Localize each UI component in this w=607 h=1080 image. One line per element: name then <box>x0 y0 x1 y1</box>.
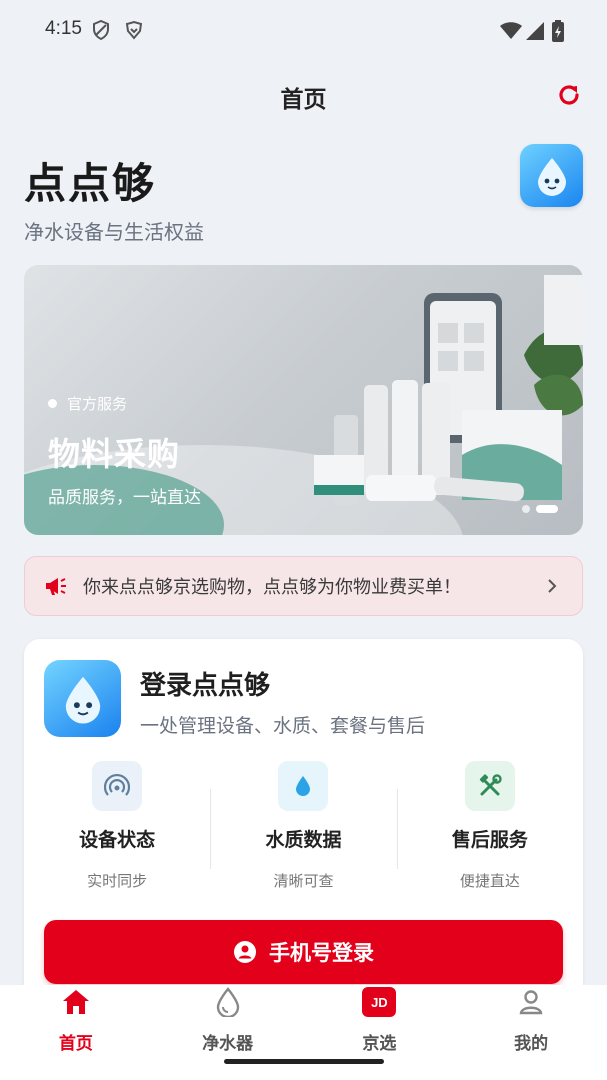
banner-title: 物料采购 <box>48 435 181 473</box>
nav-item-jd[interactable]: JD 京选 <box>304 985 456 1080</box>
brave-icon <box>124 20 144 44</box>
nav-label: 我的 <box>514 1034 549 1054</box>
nav-item-me[interactable]: 我的 <box>455 985 607 1080</box>
bottom-nav: 首页 净水器 JD 京选 我的 <box>0 985 607 1080</box>
feature-title: 设备状态 <box>79 829 156 851</box>
bullet-icon <box>48 399 57 408</box>
feature-title: 售后服务 <box>451 829 528 851</box>
banner-eyebrow: 官方服务 <box>48 393 127 414</box>
login-card-subtitle: 一处管理设备、水质、套餐与售后 <box>140 715 426 737</box>
megaphone-icon <box>43 573 69 599</box>
water-drop-mascot-icon <box>537 157 566 196</box>
brand-name: 点点够 <box>24 159 157 208</box>
nav-item-home[interactable]: 首页 <box>0 985 152 1080</box>
banner-eyebrow-text: 官方服务 <box>67 395 128 413</box>
chevron-right-icon[interactable] <box>532 566 572 606</box>
banner-pagination <box>522 505 558 513</box>
feature-list: 设备状态 实时同步 水质数据 清晰可查 售后服务 便捷直达 <box>24 761 583 901</box>
home-indicator[interactable] <box>224 1059 384 1064</box>
banner-subtitle: 品质服务，一站直达 <box>48 488 201 508</box>
login-card-title: 登录点点够 <box>140 671 271 701</box>
app-logo <box>520 144 583 207</box>
feature-water-quality: 水质数据 清晰可查 <box>210 761 396 901</box>
page-title: 首页 <box>280 87 327 113</box>
feature-title: 水质数据 <box>265 829 342 851</box>
nav-item-purifier[interactable]: 净水器 <box>152 985 304 1080</box>
pagination-dot[interactable] <box>522 505 530 513</box>
nav-label: 首页 <box>58 1034 93 1054</box>
user-icon <box>514 985 548 1019</box>
feature-subtitle: 便捷直达 <box>459 872 520 890</box>
product-illustration <box>314 275 583 505</box>
app-logo <box>44 660 121 737</box>
phone-login-label: 手机号登录 <box>269 941 374 965</box>
status-bar: 4:15 <box>0 0 607 60</box>
feature-subtitle: 实时同步 <box>87 872 148 890</box>
login-card: 登录点点够 一处管理设备、水质、套餐与售后 设备状态 实时同步 水质数据 清晰可… <box>24 639 583 1019</box>
tools-icon <box>464 761 515 811</box>
shield-icon <box>92 19 110 44</box>
notice-bar[interactable]: 你来点点够京选购物，点点够为你物业费买单！ <box>24 556 583 616</box>
brand-tagline: 净水设备与生活权益 <box>24 220 204 244</box>
pagination-dot-active[interactable] <box>536 505 558 513</box>
water-drop-icon <box>211 985 245 1019</box>
promo-banner[interactable]: 官方服务 物料采购 品质服务，一站直达 <box>24 265 583 535</box>
jd-icon: JD <box>362 985 397 1019</box>
feature-subtitle: 清晰可查 <box>273 872 334 890</box>
signal-icon <box>92 761 143 811</box>
feature-after-sales: 售后服务 便捷直达 <box>396 761 583 901</box>
water-drop-mascot-icon <box>65 676 100 724</box>
water-drop-icon <box>278 761 329 811</box>
wifi-icon <box>500 22 522 44</box>
feature-device-status: 设备状态 实时同步 <box>24 761 210 901</box>
home-icon <box>59 985 93 1019</box>
refresh-icon <box>559 85 579 105</box>
user-circle-icon <box>234 941 256 963</box>
nav-label: 净水器 <box>202 1034 254 1054</box>
status-time: 4:15 <box>45 18 82 39</box>
jd-badge: JD <box>362 987 397 1017</box>
battery-icon <box>552 20 564 46</box>
notice-text: 你来点点够京选购物，点点够为你物业费买单！ <box>83 577 461 598</box>
nav-label: 京选 <box>362 1034 397 1054</box>
cell-signal-icon <box>526 22 544 44</box>
refresh-button[interactable] <box>552 78 586 112</box>
phone-login-button[interactable]: 手机号登录 <box>44 920 563 984</box>
